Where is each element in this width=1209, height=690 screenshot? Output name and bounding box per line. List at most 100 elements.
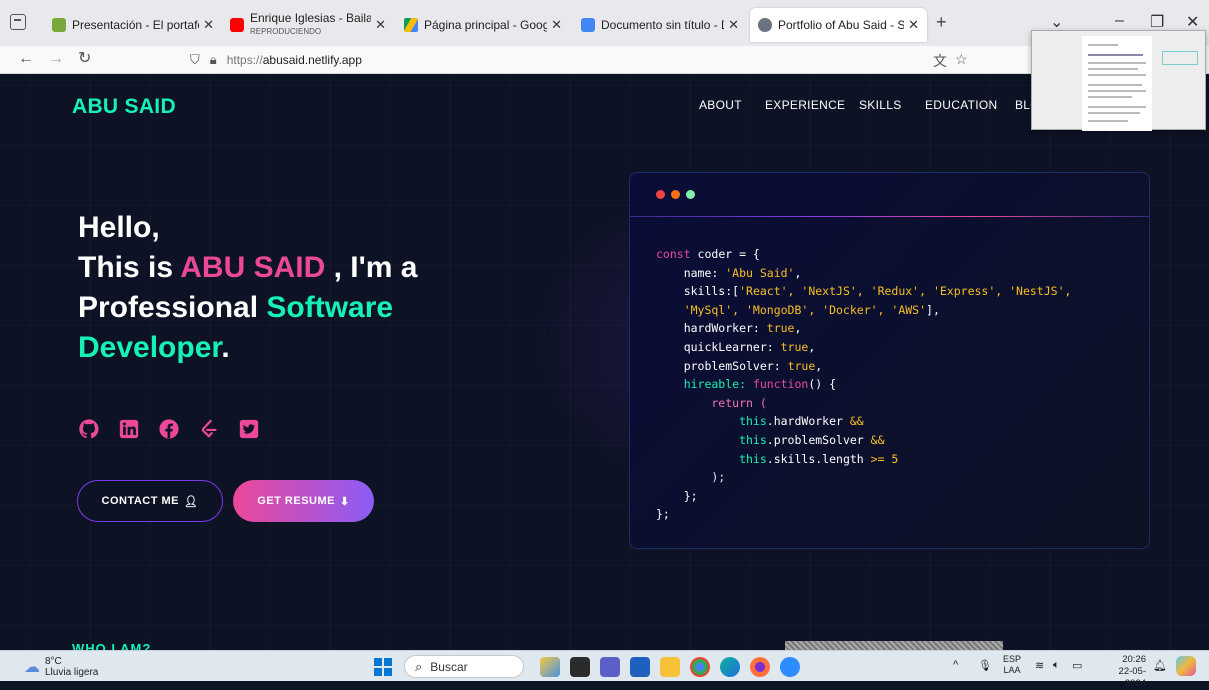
file-explorer-icon[interactable]: [660, 657, 680, 677]
zoom-icon[interactable]: [780, 657, 800, 677]
shield-icon[interactable]: ⛉: [190, 52, 200, 68]
battery-icon[interactable]: ▭: [1072, 659, 1082, 672]
hero-heading: Hello, This is ABU SAID , I'm a Professi…: [78, 208, 498, 368]
translate-icon[interactable]: 文: [933, 51, 947, 71]
social-links: [78, 418, 278, 440]
forward-icon[interactable]: →: [48, 51, 64, 67]
code-number: 5: [884, 451, 899, 466]
clock-time: 20:26: [1122, 654, 1146, 665]
code-string: 'MySql', 'MongoDB', 'Docker', 'AWS': [656, 302, 927, 317]
browser-tab[interactable]: Presentación - El portafolio de ✕: [44, 8, 222, 42]
tab-overflow-chevron-icon[interactable]: ⌄: [1050, 12, 1063, 32]
bookmark-star-icon[interactable]: ☆: [955, 51, 968, 68]
notification-bell-icon[interactable]: 🔔︎: [1153, 659, 1167, 672]
minimize-icon[interactable]: –: [1115, 12, 1124, 30]
code-bool: true: [766, 321, 795, 336]
preview-line: [1088, 112, 1140, 114]
weather-widget[interactable]: ☁ 8°C Lluvia ligera: [24, 656, 98, 678]
code-line: skills:['React', 'NextJS', 'Redux', 'Exp…: [656, 282, 1072, 301]
preview-line: [1088, 120, 1128, 122]
code-line: return (: [656, 394, 1071, 413]
code-line: );: [656, 468, 1071, 487]
code-line: this.problemSolver &&: [656, 431, 1071, 450]
code-line: hireable: function() {: [656, 375, 1071, 394]
close-tab-icon[interactable]: ✕: [728, 17, 739, 33]
close-tab-icon[interactable]: ✕: [908, 17, 919, 33]
code-card-header: [630, 173, 1149, 217]
contact-me-button[interactable]: CONTACT ME 👤︎: [77, 480, 223, 522]
code-text: problemSolver:: [656, 358, 788, 373]
site-logo[interactable]: ABU SAID: [72, 95, 176, 119]
lock-icon[interactable]: 🔒︎: [210, 52, 217, 68]
search-icon: ⌕: [415, 658, 423, 674]
nav-skills[interactable]: SKILLS: [859, 98, 902, 112]
hero-text: Professional: [78, 291, 267, 324]
contact-me-label: CONTACT ME: [101, 495, 180, 507]
restore-icon[interactable]: ❐: [1150, 12, 1164, 32]
keyboard-layout: LAA: [1003, 665, 1021, 675]
close-tab-icon[interactable]: ✕: [375, 17, 386, 33]
google-docs-icon: [581, 18, 595, 32]
get-resume-button[interactable]: GET RESUME ⬇︎: [233, 480, 374, 522]
teams-icon[interactable]: [600, 657, 620, 677]
preview-line: [1088, 74, 1146, 76]
show-hidden-icons-chevron-icon[interactable]: ^: [953, 659, 958, 671]
window-preview-thumbnail[interactable]: [1031, 30, 1206, 131]
nav-education[interactable]: EDUCATION: [925, 98, 997, 112]
taskbar-search[interactable]: ⌕ Buscar: [404, 655, 524, 678]
code-line: this.skills.length >= 5: [656, 450, 1071, 469]
nav-experience[interactable]: EXPERIENCE: [765, 98, 845, 112]
firefox-icon[interactable]: [750, 657, 770, 677]
reload-icon[interactable]: ↻: [78, 51, 91, 67]
code-string: 'React', 'NextJS', 'Redux', 'Express', '…: [739, 284, 1072, 299]
widgets-icon[interactable]: [540, 657, 560, 677]
hero-text: , I'm a: [325, 251, 418, 284]
hero-greeting: Hello,: [78, 211, 160, 244]
close-tab-icon[interactable]: ✕: [551, 17, 562, 33]
linkedin-icon[interactable]: [118, 418, 140, 440]
microphone-icon[interactable]: 🎙︎: [978, 659, 992, 672]
orange-dot-icon: [671, 190, 680, 199]
section-title-who-am-i: WHO I AM?: [72, 641, 152, 650]
cloud-rain-icon: ☁: [24, 658, 40, 676]
windows-start-icon[interactable]: [374, 658, 392, 676]
volume-icon[interactable]: 🔈︎: [1053, 659, 1060, 672]
browser-tab[interactable]: Página principal - Google Drive ✕: [396, 8, 570, 42]
close-tab-icon[interactable]: ✕: [203, 17, 214, 33]
preview-line: [1088, 106, 1146, 108]
tab-favicon-icon: [52, 18, 66, 32]
hero-role-line: Professional Software: [78, 288, 498, 328]
edge-icon[interactable]: [720, 657, 740, 677]
nav-about[interactable]: ABOUT: [699, 98, 742, 112]
twitter-icon[interactable]: [238, 418, 260, 440]
browser-tab-active[interactable]: Portfolio of Abu Said - Software ✕: [750, 8, 927, 42]
preview-comment-box: [1162, 51, 1198, 65]
clock-date: 22-05-2024: [1118, 666, 1146, 689]
copilot-icon[interactable]: [1176, 656, 1196, 676]
language-indicator[interactable]: ESP LAA: [1003, 654, 1021, 676]
code-line: name: 'Abu Said',: [656, 265, 802, 280]
back-icon[interactable]: ←: [18, 51, 34, 67]
window-close-icon[interactable]: ✕: [1186, 12, 1199, 32]
browser-tab[interactable]: Enrique Iglesias - Bailando ft. Se REPRO…: [222, 8, 394, 42]
github-icon[interactable]: [78, 418, 100, 440]
download-icon: ⬇︎: [340, 495, 350, 508]
facebook-icon[interactable]: [158, 418, 180, 440]
browser-toolbar: ← → ↻ ⛉ 🔒︎ https:// abusaid.netlify.app …: [0, 46, 1209, 74]
url-bar[interactable]: ⛉ 🔒︎ https:// abusaid.netlify.app: [190, 49, 990, 71]
preview-line: [1088, 62, 1146, 64]
chrome-icon[interactable]: [690, 657, 710, 677]
wifi-icon[interactable]: ≋: [1035, 659, 1044, 672]
contact-card-icon: 👤︎: [184, 495, 199, 508]
green-dot-icon: [686, 190, 695, 199]
browser-tab[interactable]: Documento sin título - Docume ✕: [573, 8, 747, 42]
task-view-icon[interactable]: [570, 657, 590, 677]
new-tab-button[interactable]: +: [936, 13, 947, 31]
store-icon[interactable]: [630, 657, 650, 677]
code-text: hardWorker:: [656, 321, 767, 336]
tab-list-icon[interactable]: [10, 14, 26, 30]
leetcode-icon[interactable]: [198, 418, 220, 440]
weather-text: 8°C Lluvia ligera: [45, 656, 98, 678]
preview-line: [1088, 44, 1118, 46]
taskbar-clock[interactable]: 20:26 22-05-2024: [1098, 654, 1146, 690]
